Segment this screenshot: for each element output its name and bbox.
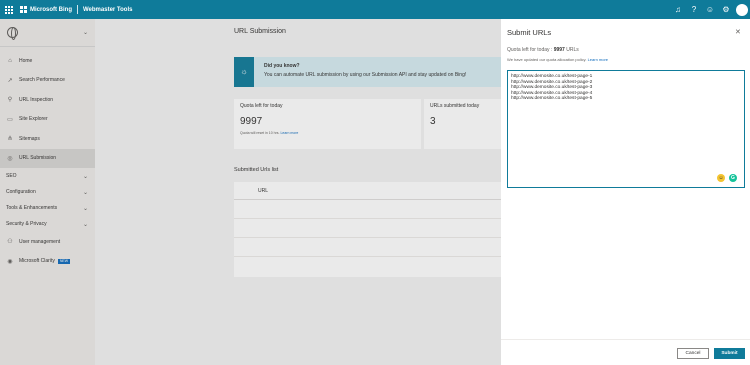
top-bar: Microsoft Bing Webmaster Tools ♫ ? ☺ ⚙ xyxy=(0,0,750,19)
learn-more-link[interactable]: Learn more xyxy=(588,57,608,62)
quota-prefix: Quota left for today : xyxy=(507,47,554,53)
bell-icon[interactable]: ♫ xyxy=(672,4,684,16)
settings-icon[interactable]: ⚙ xyxy=(720,4,732,16)
smiley-icon[interactable]: ☺ xyxy=(704,4,716,16)
submit-button[interactable]: Submit xyxy=(714,348,745,359)
product-name[interactable]: Webmaster Tools xyxy=(83,7,132,13)
footer-divider xyxy=(501,339,750,340)
app-launcher-icon[interactable] xyxy=(5,5,13,14)
header-actions: ♫ ? ☺ ⚙ xyxy=(668,0,748,19)
panel-title: Submit URLs xyxy=(507,28,552,37)
avatar[interactable] xyxy=(736,3,748,16)
brand-name[interactable]: Microsoft Bing xyxy=(30,7,72,13)
cancel-button[interactable]: Cancel xyxy=(677,348,709,359)
quota-value: 9997 xyxy=(553,47,565,53)
emoji-icon[interactable]: ☺ xyxy=(717,174,725,182)
grammarly-icon[interactable]: G xyxy=(729,174,737,182)
microsoft-logo-icon xyxy=(20,6,27,13)
policy-text: We have updated our quota allocation pol… xyxy=(507,57,588,62)
modal-overlay[interactable] xyxy=(0,19,501,365)
help-icon[interactable]: ? xyxy=(688,4,700,16)
divider xyxy=(77,5,78,14)
url-line: http://www.demosite.co.uk/test-page-5 xyxy=(511,96,593,102)
policy-note: We have updated our quota allocation pol… xyxy=(507,57,608,62)
quota-info: Quota left for today : 9997 URLs xyxy=(507,47,579,53)
urls-textarea[interactable]: http://www.demosite.co.uk/test-page-1 ht… xyxy=(507,70,745,188)
quota-suffix: URLs xyxy=(564,47,579,53)
close-icon[interactable]: ✕ xyxy=(735,28,741,36)
submit-urls-panel: Submit URLs ✕ Quota left for today : 999… xyxy=(501,19,750,365)
